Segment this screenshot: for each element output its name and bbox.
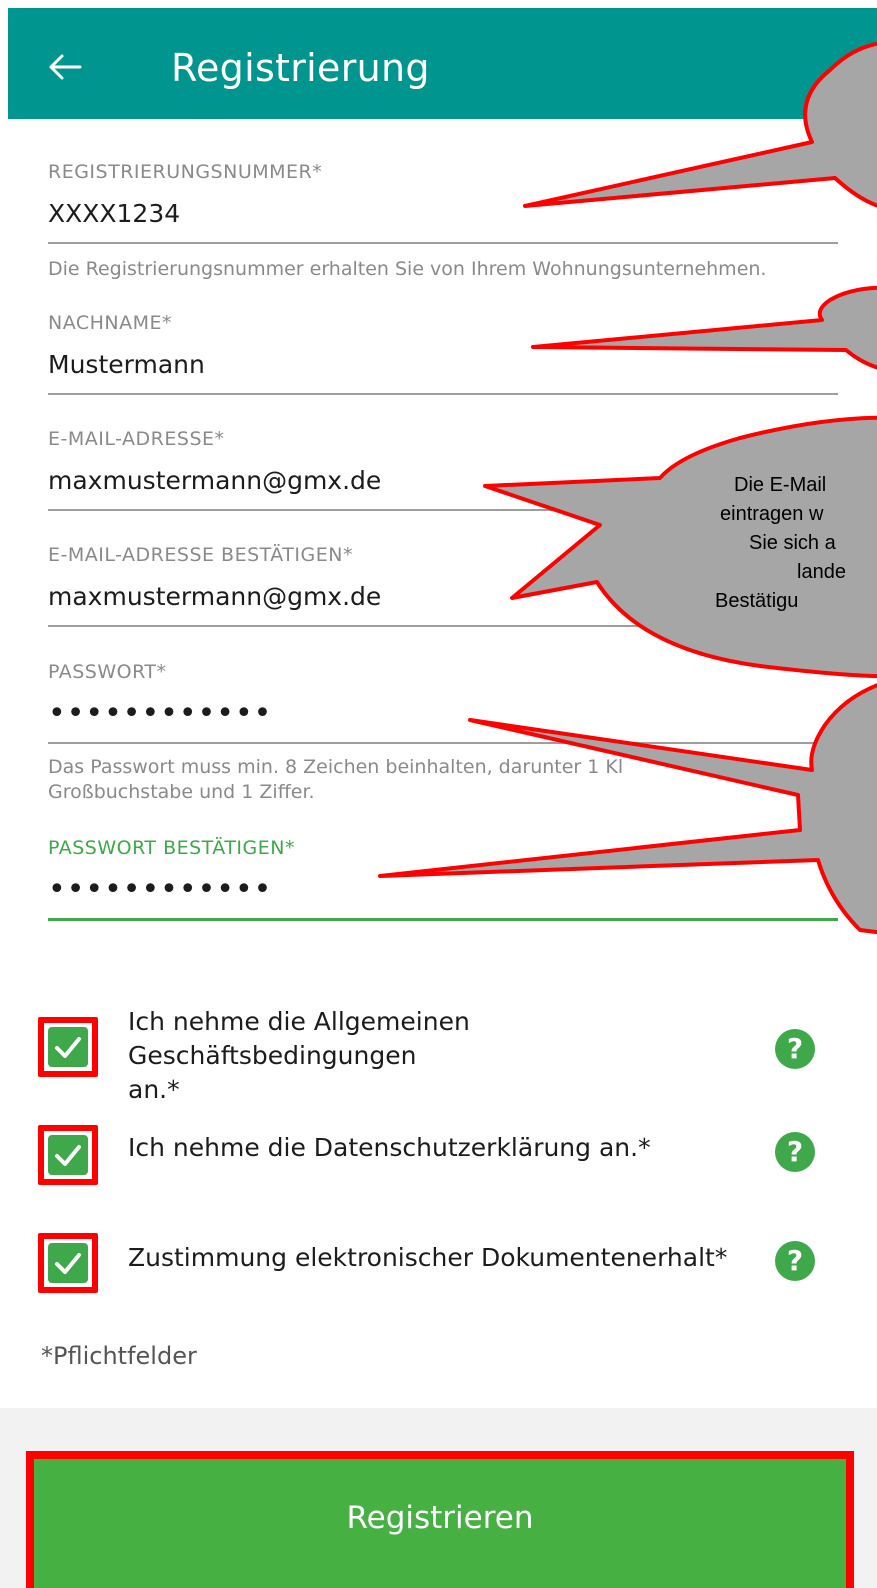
callout-line-4: lande	[797, 561, 846, 583]
required-fields-note: *Pflichtfelder	[41, 1342, 197, 1370]
email-label: E-MAIL-ADRESSE*	[48, 428, 225, 450]
callout-line-3: Sie sich a	[749, 532, 836, 554]
privacy-checkbox-row[interactable]: Ich nehme die Datenschutzerklärung an.* …	[38, 1125, 828, 1185]
callout-line-1: Die E-Mail	[734, 474, 827, 496]
terms-label-line1: Ich nehme die Allgemeinen Geschäftsbedin…	[128, 1007, 470, 1070]
lastname-field[interactable]: NACHNAME* Mustermann	[48, 311, 838, 395]
registration-number-label: REGISTRIERUNGSNUMMER*	[48, 161, 323, 183]
password-field[interactable]: PASSWORT* ••••••••••••	[48, 660, 838, 744]
page-title: Registrierung	[171, 46, 430, 90]
password-hint-line2: Großbuchstabe und 1 Ziffer.	[48, 781, 315, 803]
checkmark-icon	[55, 1145, 81, 1166]
terms-label-line2: an.*	[128, 1075, 180, 1104]
password-label: PASSWORT*	[48, 661, 167, 683]
question-mark-icon[interactable]: ?	[775, 1241, 815, 1281]
password-underline	[48, 742, 838, 744]
checkmark-icon	[55, 1037, 81, 1058]
question-mark-icon[interactable]: ?	[775, 1029, 815, 1069]
register-button-highlight: Registrieren	[26, 1451, 854, 1588]
registration-number-hint: Die Registrierungsnummer erhalten Sie vo…	[48, 258, 767, 280]
password-hint-line1: Das Passwort muss min. 8 Zeichen beinhal…	[48, 756, 624, 778]
registration-number-field[interactable]: REGISTRIERUNGSNUMMER* XXXX1234	[48, 160, 838, 244]
password-confirm-underline	[48, 918, 838, 921]
privacy-label: Ich nehme die Datenschutzerklärung an.*	[128, 1133, 651, 1162]
registration-number-input[interactable]: XXXX1234	[48, 198, 838, 230]
lastname-input[interactable]: Mustermann	[48, 349, 838, 381]
documents-checkbox[interactable]	[48, 1243, 88, 1283]
arrow-left-icon[interactable]	[48, 54, 82, 80]
question-mark-icon[interactable]: ?	[775, 1132, 815, 1172]
callout-line-5: Bestätigu	[715, 590, 799, 612]
callout-text: Die E-Mail eintragen w Sie sich a lande …	[692, 471, 877, 616]
terms-checkbox[interactable]	[48, 1027, 88, 1067]
checkmark-icon	[55, 1253, 81, 1274]
email-confirm-underline	[48, 625, 838, 627]
lastname-underline	[48, 393, 838, 395]
password-confirm-label: PASSWORT BESTÄTIGEN*	[48, 837, 295, 859]
lastname-label: NACHNAME*	[48, 312, 173, 334]
password-confirm-input[interactable]: ••••••••••••	[48, 874, 838, 906]
documents-checkbox-row[interactable]: Zustimmung elektronischer Dokumentenerha…	[38, 1233, 828, 1293]
password-hint: Das Passwort muss min. 8 Zeichen beinhal…	[48, 755, 623, 805]
terms-checkbox-row[interactable]: Ich nehme die Allgemeinen Geschäftsbedin…	[38, 1007, 828, 1104]
registration-number-underline	[48, 242, 838, 244]
documents-label: Zustimmung elektronischer Dokumentenerha…	[128, 1243, 728, 1272]
privacy-checkbox[interactable]	[48, 1135, 88, 1175]
password-input[interactable]: ••••••••••••	[48, 698, 838, 730]
callout-line-2: eintragen w	[720, 503, 824, 525]
app-bar: Registrierung	[8, 8, 877, 119]
terms-label: Ich nehme die Allgemeinen Geschäftsbedin…	[128, 1005, 728, 1107]
password-confirm-field[interactable]: PASSWORT BESTÄTIGEN* ••••••••••••	[48, 836, 838, 921]
register-button[interactable]: Registrieren	[34, 1459, 846, 1588]
